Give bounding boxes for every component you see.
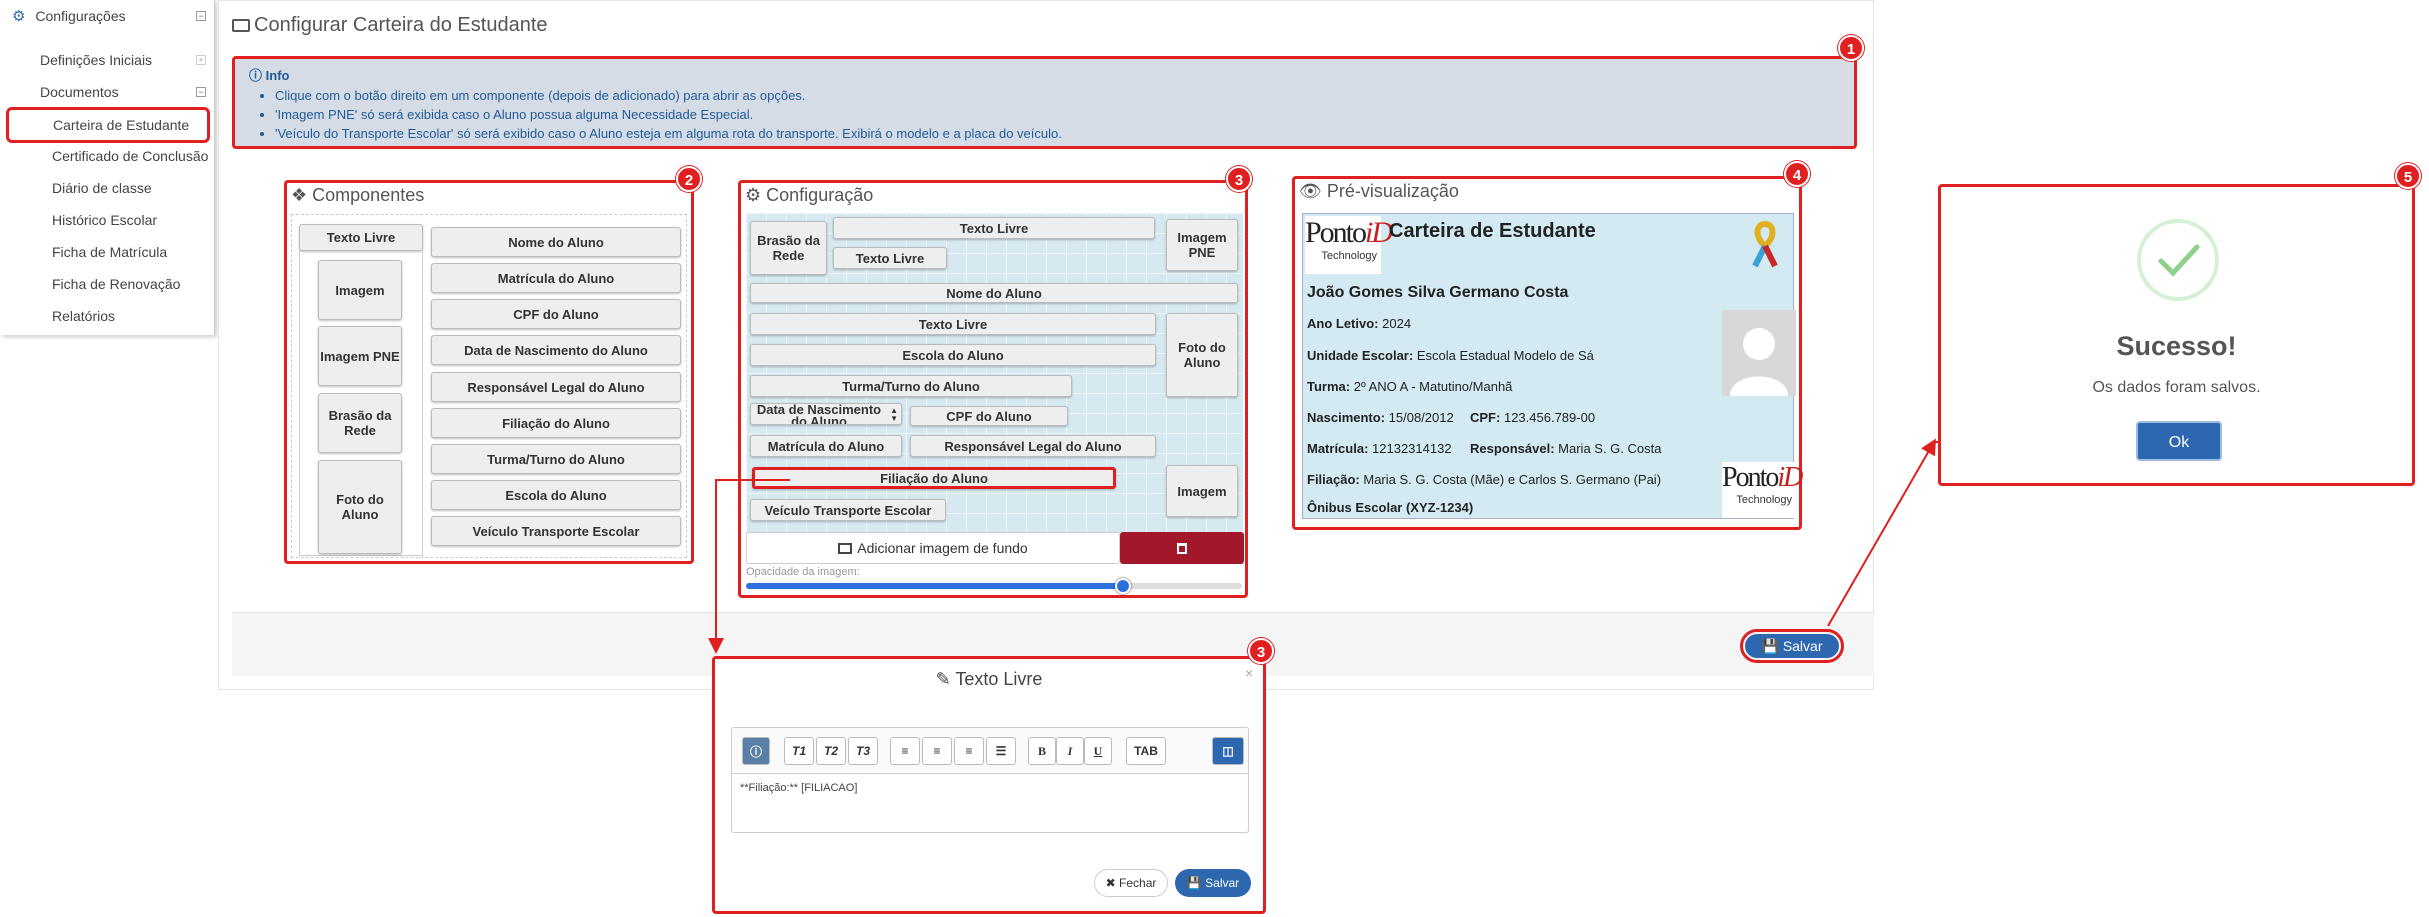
arrow-to-success bbox=[1827, 438, 1936, 627]
annotation-arrows bbox=[708, 438, 1938, 654]
arrow-to-modal bbox=[708, 479, 790, 654]
